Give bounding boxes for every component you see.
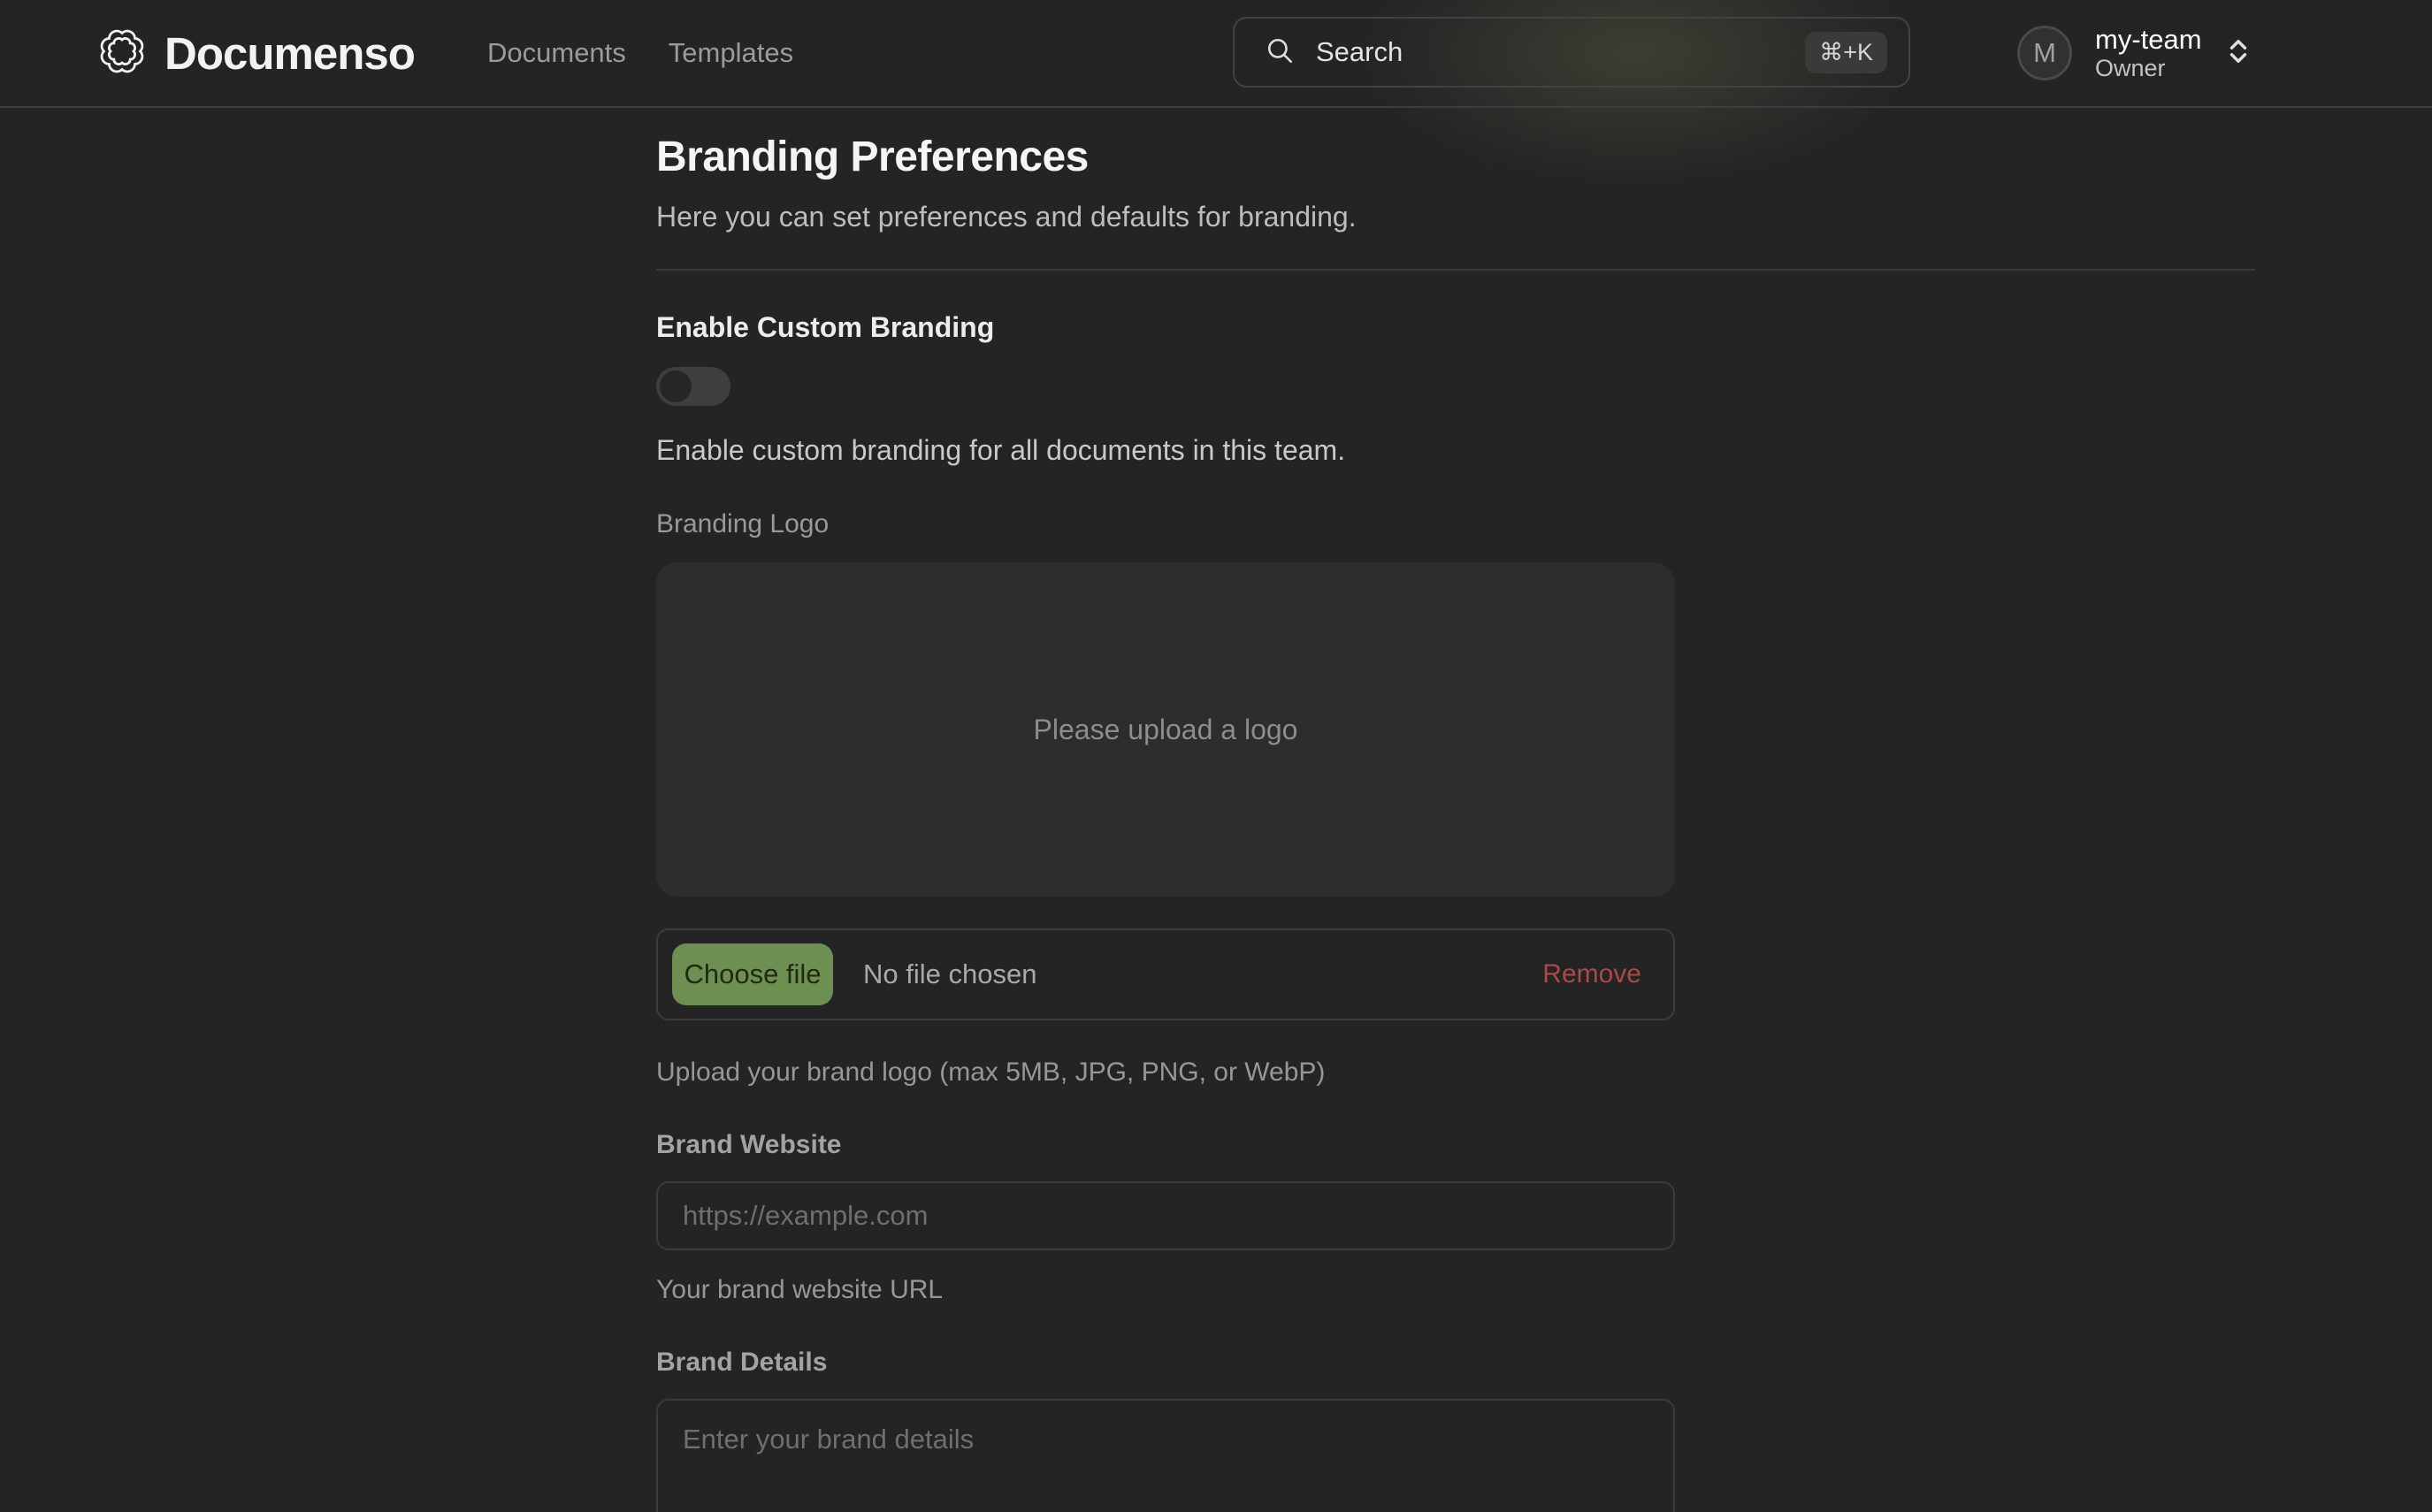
logo-upload-dropzone[interactable]: Please upload a logo [656, 562, 1675, 897]
app-logo[interactable]: Documenso [99, 0, 415, 106]
enable-branding-description: Enable custom branding for all documents… [656, 434, 2255, 467]
brand-website-label: Brand Website [656, 1130, 1675, 1160]
nav-link-documents[interactable]: Documents [487, 37, 626, 69]
page-subtitle: Here you can set preferences and default… [656, 201, 2255, 233]
page-title: Branding Preferences [656, 133, 2255, 181]
brand-website-helper: Your brand website URL [656, 1275, 1675, 1305]
search-icon [1265, 35, 1295, 70]
search-bar[interactable]: Search ⌘+K [1233, 17, 1910, 88]
file-chosen-status: No file chosen [863, 958, 1036, 990]
team-menu[interactable]: M my-team Owner [2017, 0, 2252, 106]
enable-branding-toggle[interactable] [656, 367, 730, 406]
section-divider [656, 269, 2255, 271]
enable-branding-label: Enable Custom Branding [656, 311, 2255, 344]
top-nav: Documenso Documents Templates Search ⌘+K… [0, 0, 2432, 108]
chevron-sort-icon [2225, 36, 2252, 71]
toggle-thumb [660, 370, 692, 402]
brand-details-textarea[interactable] [656, 1399, 1675, 1512]
logo-upload-placeholder: Please upload a logo [1034, 714, 1298, 746]
logo-file-input: Choose file No file chosen Remove [656, 928, 1675, 1020]
branding-preferences-section: Branding Preferences Here you can set pr… [656, 108, 2255, 1512]
primary-nav: Documents Templates [487, 0, 793, 106]
brand-details-label: Brand Details [656, 1348, 1675, 1378]
search-placeholder: Search [1316, 36, 1403, 68]
logo-helper-text: Upload your brand logo (max 5MB, JPG, PN… [656, 1058, 1675, 1088]
team-avatar: M [2017, 26, 2072, 80]
team-name: my-team [2095, 24, 2202, 56]
branding-logo-label: Branding Logo [656, 509, 1675, 539]
team-role: Owner [2095, 55, 2202, 82]
nav-link-templates[interactable]: Templates [669, 37, 793, 69]
search-shortcut-badge: ⌘+K [1805, 32, 1887, 73]
app-title: Documenso [164, 27, 415, 80]
documenso-seal-icon [99, 28, 145, 79]
choose-file-button[interactable]: Choose file [672, 943, 833, 1005]
remove-logo-button[interactable]: Remove [1542, 959, 1641, 989]
brand-website-input[interactable] [656, 1181, 1675, 1250]
